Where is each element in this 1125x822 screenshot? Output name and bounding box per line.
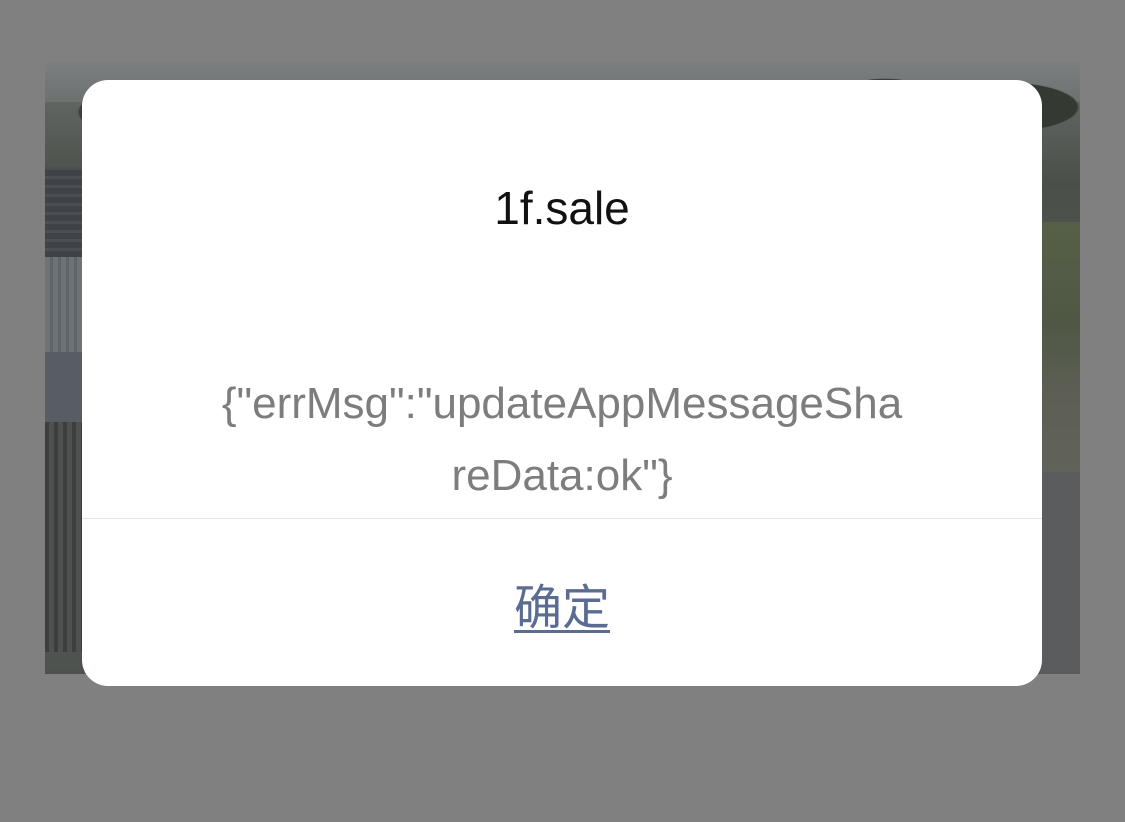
screen: 1f.sale {"errMsg":"updateAppMessageSha r… xyxy=(0,0,1125,822)
confirm-button-label: 确定 xyxy=(513,581,610,635)
alert-message-line: {"errMsg":"updateAppMessageSha xyxy=(221,379,903,428)
alert-message-line: reData:ok"} xyxy=(451,451,673,500)
photo-grass xyxy=(1040,222,1080,472)
confirm-button[interactable]: 确定 xyxy=(82,519,1042,686)
alert-message: {"errMsg":"updateAppMessageSha reData:ok… xyxy=(142,368,982,512)
alert-title: 1f.sale xyxy=(494,182,630,234)
photo-road xyxy=(1040,472,1080,674)
alert-dialog-body: 1f.sale {"errMsg":"updateAppMessageSha r… xyxy=(82,80,1042,518)
alert-dialog: 1f.sale {"errMsg":"updateAppMessageSha r… xyxy=(82,80,1042,686)
